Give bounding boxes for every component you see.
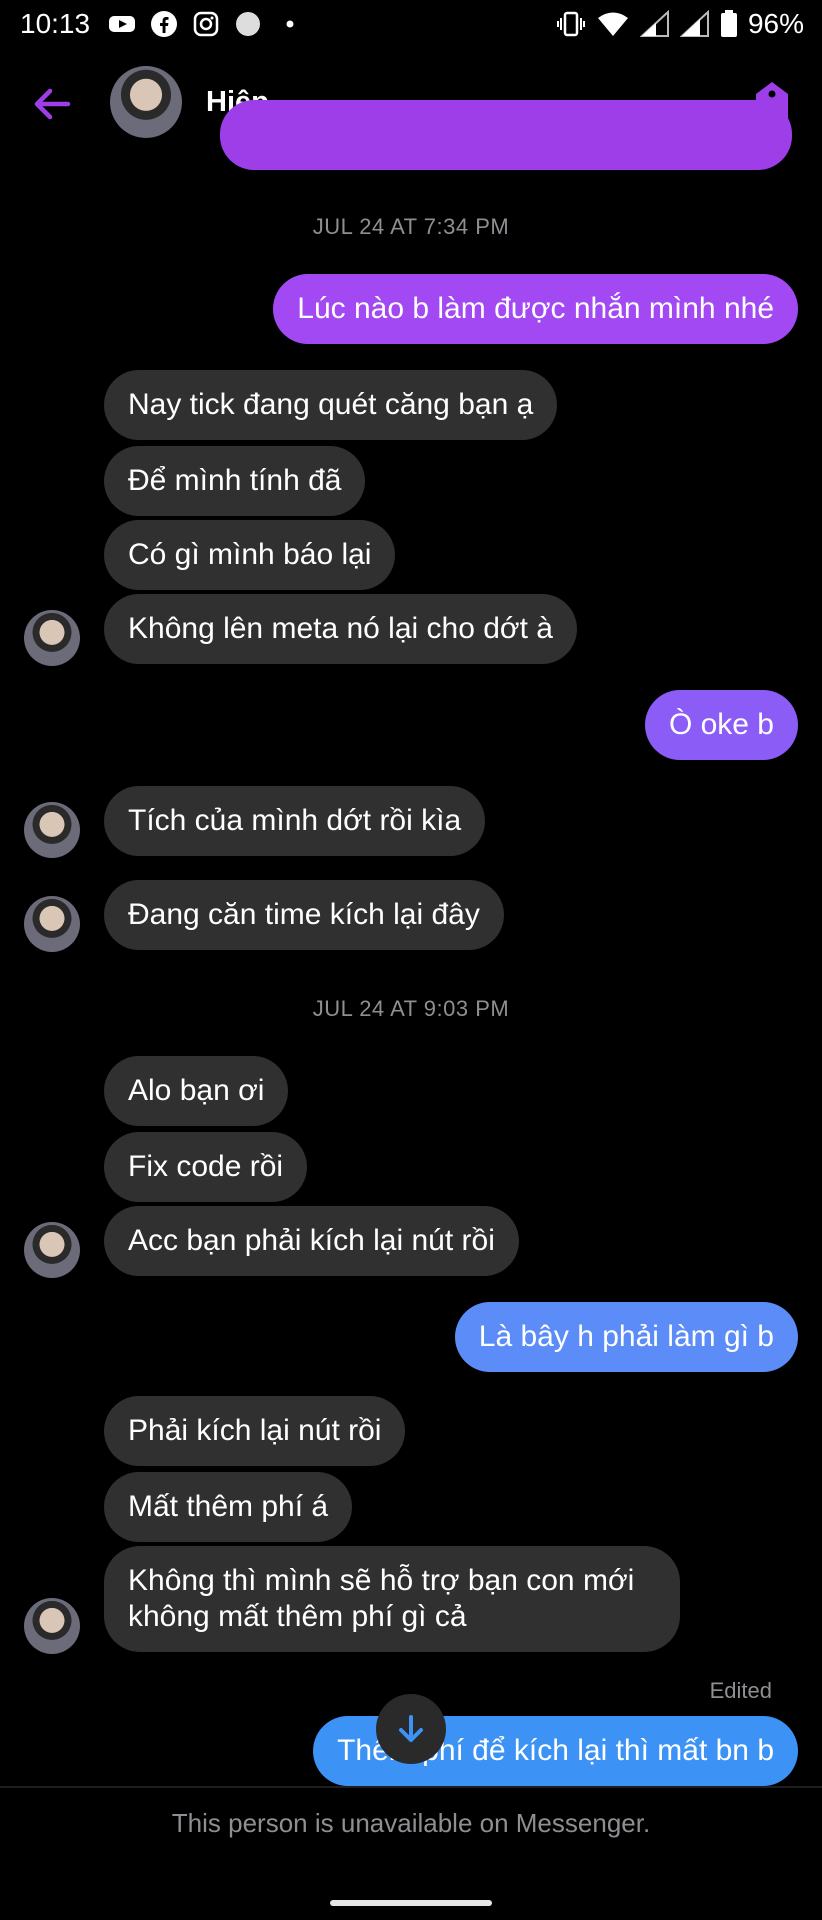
incoming-message[interactable]: Tích của mình dớt rồi kìa <box>104 786 486 856</box>
unavailable-notice: This person is unavailable on Messenger. <box>171 1808 651 1838</box>
timestamp: JUL 24 AT 9:03 PM <box>312 996 510 1021</box>
scroll-to-bottom-button[interactable] <box>376 1694 446 1764</box>
signal-icon <box>639 10 669 37</box>
system-status: 96% <box>556 8 804 40</box>
outgoing-message[interactable]: Là bây h phải làm gì b <box>454 1302 798 1372</box>
incoming-message[interactable]: Alo bạn ơi <box>104 1056 289 1126</box>
signal-icon <box>679 10 709 37</box>
incoming-message[interactable]: Acc bạn phải kích lại nút rồi <box>104 1206 519 1276</box>
sender-avatar[interactable] <box>24 1222 80 1278</box>
vibrate-icon <box>556 11 585 37</box>
sender-avatar[interactable] <box>24 896 80 952</box>
notification-icons <box>108 10 304 38</box>
back-arrow-icon[interactable] <box>30 82 74 126</box>
incoming-message[interactable]: Đang căn time kích lại đây <box>104 880 504 950</box>
instagram-icon <box>193 11 219 37</box>
incoming-message[interactable]: Có gì mình báo lại <box>104 520 396 590</box>
edited-label: Edited <box>709 1678 772 1703</box>
incoming-message[interactable]: Mất thêm phí á <box>104 1472 353 1542</box>
incoming-message[interactable]: Để mình tính đã <box>104 446 366 516</box>
wifi-icon <box>597 12 628 36</box>
timestamp: JUL 24 AT 7:34 PM <box>312 214 510 239</box>
status-time: 10:13 <box>20 8 91 39</box>
incoming-message[interactable]: Không thì mình sẽ hỗ trợ bạn con mới khô… <box>104 1546 680 1652</box>
incoming-message[interactable]: Không lên meta nó lại cho dớt à <box>104 594 577 664</box>
footer-divider <box>0 1786 822 1788</box>
status-bar: 10:13 96% <box>0 0 822 48</box>
contact-avatar[interactable] <box>110 66 182 138</box>
sender-avatar[interactable] <box>24 1598 80 1654</box>
incoming-message[interactable]: Fix code rồi <box>104 1132 308 1202</box>
incoming-message[interactable]: Nay tick đang quét căng bạn ạ <box>104 370 558 440</box>
circle-icon <box>236 12 260 36</box>
home-indicator[interactable] <box>330 1900 492 1906</box>
outgoing-message[interactable]: Lúc nào b làm được nhắn mình nhé <box>273 274 798 344</box>
incoming-message[interactable]: Phải kích lại nút rồi <box>104 1396 406 1466</box>
outgoing-message[interactable]: Ò oke b <box>644 690 798 760</box>
sender-avatar[interactable] <box>24 802 80 858</box>
arrow-down-icon <box>399 1715 423 1742</box>
battery-percent: 96% <box>747 8 804 39</box>
previous-message-bubble[interactable] <box>220 100 792 170</box>
battery-icon <box>720 10 737 37</box>
dot-icon <box>286 20 294 28</box>
sender-avatar[interactable] <box>24 610 80 666</box>
facebook-icon <box>151 11 177 37</box>
youtube-icon <box>109 16 135 32</box>
